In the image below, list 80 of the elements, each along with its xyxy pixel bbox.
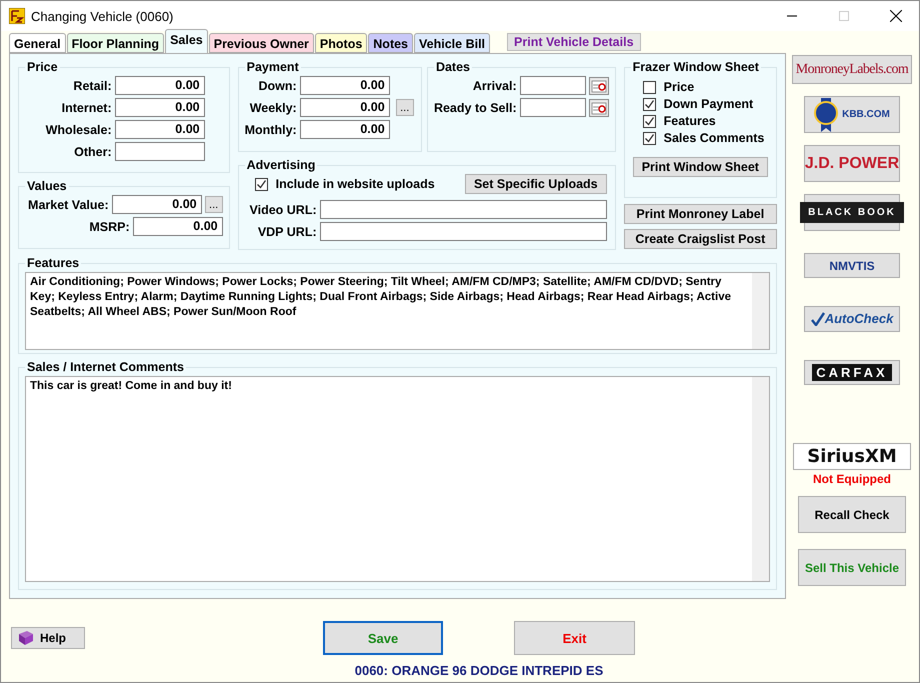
print-window-sheet-button[interactable]: Print Window Sheet: [632, 157, 768, 177]
checkbox[interactable]: [642, 114, 656, 128]
tab[interactable]: General: [9, 33, 66, 53]
field-label: Market Value:: [28, 198, 109, 212]
input-field[interactable]: [114, 142, 205, 161]
recall-check-button[interactable]: Recall Check: [798, 496, 906, 534]
logo-button[interactable]: NMVTIS: [804, 252, 900, 278]
logo-button[interactable]: J.D. POWER: [804, 145, 900, 182]
more-button[interactable]: ...: [204, 196, 223, 213]
minimize-icon: [787, 15, 797, 17]
field-label: Other:: [74, 144, 112, 158]
tab[interactable]: Notes: [368, 33, 414, 53]
group-title: Advertising: [246, 158, 316, 172]
input-field[interactable]: 0.00: [114, 120, 205, 139]
logo-button[interactable]: SiriusXM: [793, 442, 911, 470]
field-label: MSRP:: [89, 220, 130, 234]
tab[interactable]: Previous Owner: [208, 33, 314, 53]
field-label: Arrival:: [472, 78, 517, 92]
logo-button[interactable]: MonroneyLabels.com: [792, 55, 912, 84]
checkbox[interactable]: [642, 132, 656, 144]
badge-icon: [814, 98, 838, 132]
input-field[interactable]: 0.00: [114, 76, 205, 95]
checkbox-label: Sales Comments: [664, 131, 764, 145]
group-title: Frazer Window Sheet: [632, 60, 760, 74]
app-logo-icon: [9, 8, 25, 24]
input-field[interactable]: 0.00: [300, 76, 390, 95]
checkbox-label: Include in website uploads: [276, 177, 435, 191]
help-button[interactable]: Help: [11, 627, 85, 649]
input-field[interactable]: [520, 98, 586, 117]
maximize-icon: [839, 11, 849, 21]
calendar-icon[interactable]: [588, 98, 609, 116]
comments-text[interactable]: This car is great! Come in and buy it!: [25, 376, 770, 582]
calendar-icon[interactable]: [588, 76, 609, 94]
field-label: Video URL:: [248, 202, 317, 216]
checkbox[interactable]: [642, 98, 656, 110]
group-title: Sales / Internet Comments: [26, 360, 185, 374]
group-title: Features: [26, 256, 80, 270]
checkbox[interactable]: [642, 80, 656, 94]
input-field[interactable]: 0.00: [112, 195, 202, 214]
field-label: VDP URL:: [256, 224, 317, 238]
check-mark-icon: [810, 312, 825, 326]
tab[interactable]: Floor Planning: [66, 33, 164, 53]
checkbox-label: Down Payment: [664, 97, 754, 111]
print-details-button[interactable]: Print Vehicle Details: [507, 33, 641, 51]
checkbox-label: Price: [664, 80, 694, 94]
field-label: Monthly:: [244, 122, 297, 136]
more-button[interactable]: ...: [396, 99, 414, 116]
input-field[interactable]: 0.00: [114, 98, 205, 117]
input-field[interactable]: 0.00: [300, 120, 390, 139]
window-title: Changing Vehicle (0060): [31, 8, 174, 24]
status-text: Not Equipped: [813, 472, 891, 486]
action-button[interactable]: Create Craigslist Post: [624, 229, 777, 249]
field-label: Down:: [258, 78, 297, 92]
input-field[interactable]: [320, 222, 607, 241]
logo-button[interactable]: AutoCheck: [804, 306, 900, 332]
checkbox-label: Features: [664, 114, 716, 128]
field-label: Ready to Sell:: [434, 100, 517, 114]
group-title: Price: [26, 60, 59, 74]
field-label: Wholesale:: [46, 122, 112, 136]
group-title: Values: [26, 179, 68, 193]
field-label: Internet:: [62, 100, 112, 114]
group-title: Dates: [434, 60, 471, 74]
input-field[interactable]: 0.00: [300, 98, 390, 117]
input-field[interactable]: 0.00: [132, 217, 223, 236]
checkbox[interactable]: [254, 178, 268, 190]
tab[interactable]: Photos: [314, 33, 368, 53]
vehicle-label: 0060: ORANGE 96 DODGE INTREPID ES: [354, 662, 604, 678]
group-title: Payment: [246, 60, 300, 74]
logo-button[interactable]: KBB.COM: [804, 96, 900, 134]
action-button[interactable]: Print Monroney Label: [624, 204, 777, 224]
input-field[interactable]: [320, 200, 607, 219]
tab[interactable]: Vehicle Bill: [414, 33, 490, 53]
field-label: Weekly:: [250, 100, 297, 114]
input-field[interactable]: [520, 76, 586, 95]
tab[interactable]: Sales: [165, 29, 208, 53]
field-label: Retail:: [73, 78, 112, 92]
close-icon: [890, 10, 902, 22]
logo-button[interactable]: CARFAX: [804, 360, 900, 385]
set-uploads-button[interactable]: Set Specific Uploads: [464, 174, 607, 194]
features-text[interactable]: Air Conditioning; Power Windows; Power Locks; Power Steering; Tilt Wheel; AM/FM CD/MP3; Satellite; AM/FM CD/DVD; Sentry Key; Keyless Entry; Alarm; Daytime Running Lights; Dual Front Airbags; Side Airbags; Head Airbags; Rear Head Airbags; Active Seatbelts; All Wheel ABS; Power Sun/Moon Roof: [25, 272, 770, 350]
